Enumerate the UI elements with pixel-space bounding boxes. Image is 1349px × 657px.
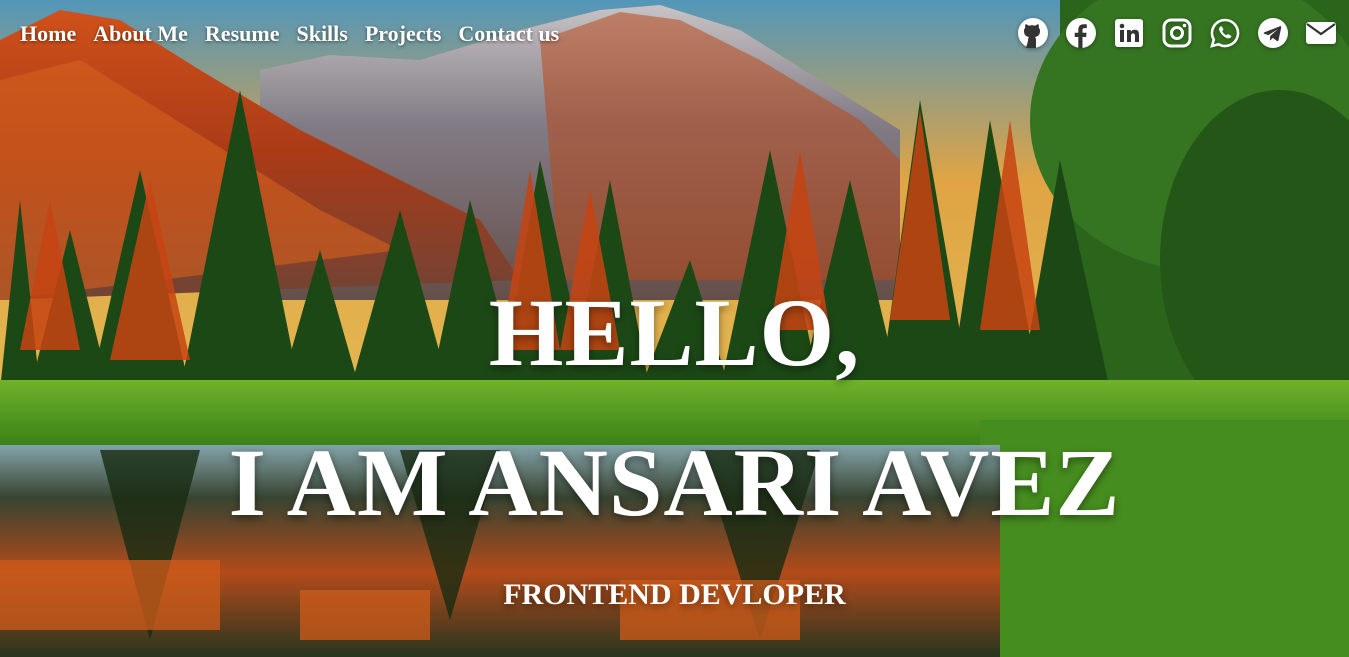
- facebook-link[interactable]: [1065, 17, 1097, 49]
- linkedin-icon: [1115, 19, 1143, 47]
- hero-greeting: HELLO,: [488, 279, 861, 386]
- github-icon: [1018, 18, 1048, 48]
- hero-section: Home About Me Resume Skills Projects Con…: [0, 0, 1349, 657]
- nav-resume-link[interactable]: Resume: [205, 20, 280, 48]
- linkedin-link[interactable]: [1113, 17, 1145, 49]
- whatsapp-link[interactable]: [1209, 17, 1241, 49]
- envelope-icon: [1306, 22, 1336, 44]
- telegram-icon: [1258, 18, 1288, 48]
- nav-contact-us-link[interactable]: Contact us: [458, 20, 559, 48]
- nav-projects-link[interactable]: Projects: [365, 20, 442, 48]
- social-links: [1017, 17, 1337, 49]
- facebook-icon: [1066, 18, 1096, 48]
- instagram-link[interactable]: [1161, 17, 1193, 49]
- telegram-link[interactable]: [1257, 17, 1289, 49]
- whatsapp-icon: [1210, 18, 1240, 48]
- nav-home-link[interactable]: Home: [20, 20, 76, 48]
- github-link[interactable]: [1017, 17, 1049, 49]
- hero-name: I AM ANSARI AVEZ: [228, 429, 1121, 536]
- nav-skills-link[interactable]: Skills: [296, 20, 347, 48]
- nav-about-me-link[interactable]: About Me: [93, 20, 188, 48]
- email-link[interactable]: [1305, 17, 1337, 49]
- instagram-icon: [1162, 18, 1192, 48]
- hero-role: FRONTEND DEVLOPER: [503, 578, 846, 611]
- main-nav: Home About Me Resume Skills Projects Con…: [20, 20, 559, 48]
